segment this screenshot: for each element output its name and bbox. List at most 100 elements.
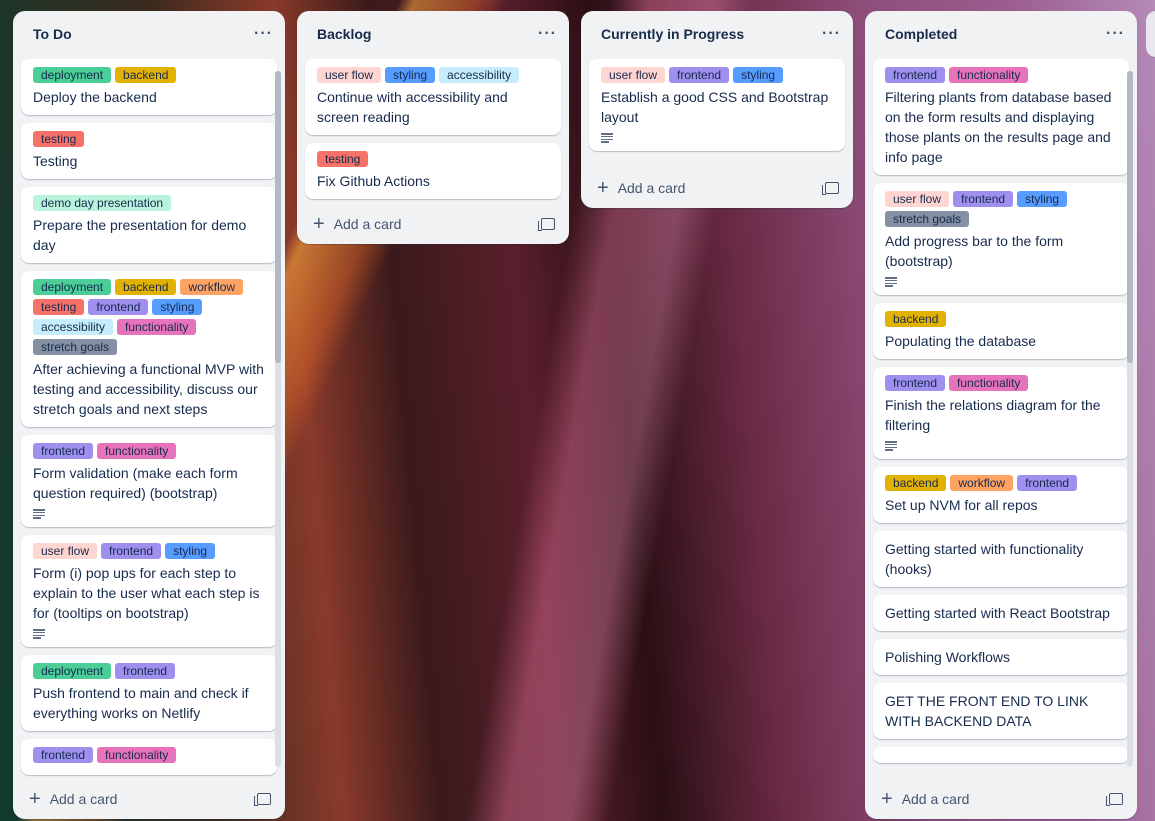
card[interactable]: frontend functionality Form validation (ma…	[21, 435, 277, 527]
label-deployment[interactable]: deployment	[33, 663, 112, 679]
label-styling[interactable]: styling	[385, 67, 436, 83]
list-title[interactable]: To Do	[33, 26, 72, 42]
card-title: Add progress bar to the form (bootstrap)	[885, 233, 1064, 269]
description-icon	[885, 277, 897, 287]
label-deployment[interactable]: deployment	[33, 67, 112, 83]
card[interactable]: user flow frontend styling Form (i) pop ups…	[21, 535, 277, 647]
card[interactable]: backend workflow frontend Set up NVM for al…	[873, 467, 1129, 523]
label-frontend[interactable]: frontend	[33, 747, 94, 763]
label-functionality[interactable]: functionality	[97, 443, 177, 459]
label-testing[interactable]: testing	[33, 131, 85, 147]
card[interactable]: testing Fix Github Actions	[305, 143, 561, 199]
card-title: Getting started with React Bootstrap	[885, 605, 1110, 621]
card-title: Establish a good CSS and Bootstrap layou…	[601, 89, 829, 125]
label-demo-day-presentation[interactable]: demo day presentation	[33, 195, 172, 211]
card[interactable]: frontend functionality Filtering plants fr…	[873, 59, 1129, 175]
card[interactable]: deployment backend Deploy the backend	[21, 59, 277, 115]
label-backend[interactable]: backend	[885, 475, 947, 491]
label-backend[interactable]: backend	[885, 311, 947, 327]
label-user-flow[interactable]: user flow	[33, 543, 98, 559]
card-title: Finish the relations diagram for the fil…	[885, 397, 1101, 433]
label-frontend[interactable]: frontend	[33, 443, 94, 459]
card-title: Deploy the backend	[33, 89, 157, 105]
card-title: Testing	[33, 153, 78, 169]
label-accessibility[interactable]: accessibility	[33, 319, 114, 335]
label-styling[interactable]: styling	[733, 67, 784, 83]
label-user-flow[interactable]: user flow	[317, 67, 382, 83]
list-menu-button[interactable]: ···	[254, 25, 273, 43]
list-title[interactable]: Completed	[885, 26, 957, 42]
add-card-button[interactable]: + Add a card	[13, 779, 285, 819]
list-title[interactable]: Currently in Progress	[601, 26, 744, 42]
add-card-label: Add a card	[901, 791, 970, 807]
list-menu-button[interactable]: ···	[822, 25, 841, 43]
card[interactable]: Getting started with functionality (hook…	[873, 531, 1129, 587]
label-workflow[interactable]: workflow	[950, 475, 1014, 491]
scrollbar-thumb[interactable]	[1127, 71, 1133, 364]
label-functionality[interactable]: functionality	[97, 747, 177, 763]
list-menu-button[interactable]: ···	[1106, 25, 1125, 43]
create-from-template-icon[interactable]	[538, 218, 555, 231]
next-list-edge[interactable]	[1146, 11, 1155, 57]
label-functionality[interactable]: functionality	[949, 375, 1029, 391]
list-menu-button[interactable]: ···	[538, 25, 557, 43]
label-frontend[interactable]: frontend	[885, 375, 946, 391]
card-title: Filtering plants from database based on …	[885, 89, 1112, 165]
label-frontend[interactable]: frontend	[88, 299, 149, 315]
label-frontend[interactable]: frontend	[885, 67, 946, 83]
label-functionality[interactable]: functionality	[949, 67, 1029, 83]
card[interactable]: user flow frontend styling stretch goals Add…	[873, 183, 1129, 295]
label-backend[interactable]: backend	[115, 67, 177, 83]
card[interactable]: deployment frontend Push frontend to main …	[21, 655, 277, 731]
card[interactable]: deployment backend workflow testing frontend…	[21, 271, 277, 427]
create-from-template-icon[interactable]	[822, 182, 839, 195]
label-testing[interactable]: testing	[33, 299, 85, 315]
card[interactable]: frontend functionality	[21, 739, 277, 775]
card[interactable]: frontend functionality Finish the relation…	[873, 367, 1129, 459]
label-deployment[interactable]: deployment	[33, 279, 112, 295]
label-styling[interactable]: styling	[152, 299, 203, 315]
add-card-button[interactable]: + Add a card	[581, 168, 853, 208]
card[interactable]: user flow styling accessibility Continue wi…	[305, 59, 561, 135]
card-list: user flow frontend styling Establish a good…	[581, 57, 853, 168]
label-stretch-goals[interactable]: stretch goals	[885, 211, 970, 227]
add-card-button[interactable]: + Add a card	[297, 204, 569, 244]
label-frontend[interactable]: frontend	[953, 191, 1014, 207]
card[interactable]	[873, 747, 1129, 763]
card[interactable]: testing Testing	[21, 123, 277, 179]
label-functionality[interactable]: functionality	[117, 319, 197, 335]
list-scrollbar[interactable]	[275, 71, 281, 767]
card-labels: deployment backend	[33, 67, 265, 83]
card-labels: deployment backend workflow testing frontend…	[33, 279, 265, 355]
label-workflow[interactable]: workflow	[180, 279, 244, 295]
card[interactable]: Getting started with React Bootstrap	[873, 595, 1129, 631]
label-user-flow[interactable]: user flow	[601, 67, 666, 83]
create-from-template-icon[interactable]	[254, 793, 271, 806]
card-labels: backend	[885, 311, 1117, 327]
label-styling[interactable]: styling	[1017, 191, 1068, 207]
description-icon	[33, 509, 45, 519]
card[interactable]: Polishing Workflows	[873, 639, 1129, 675]
list-title[interactable]: Backlog	[317, 26, 371, 42]
label-accessibility[interactable]: accessibility	[439, 67, 520, 83]
card[interactable]: GET THE FRONT END TO LINK WITH BACKEND D…	[873, 683, 1129, 739]
label-frontend[interactable]: frontend	[115, 663, 176, 679]
label-backend[interactable]: backend	[115, 279, 177, 295]
label-user-flow[interactable]: user flow	[885, 191, 950, 207]
label-frontend[interactable]: frontend	[669, 67, 730, 83]
add-card-label: Add a card	[49, 791, 118, 807]
card[interactable]: demo day presentation Prepare the present…	[21, 187, 277, 263]
list-scrollbar[interactable]	[1127, 71, 1133, 767]
card-title: After achieving a functional MVP with te…	[33, 361, 264, 417]
add-card-button[interactable]: + Add a card	[865, 779, 1137, 819]
card-labels: user flow frontend styling stretch goals	[885, 191, 1117, 227]
label-frontend[interactable]: frontend	[1017, 475, 1078, 491]
card[interactable]: user flow frontend styling Establish a good…	[589, 59, 845, 151]
label-styling[interactable]: styling	[165, 543, 216, 559]
label-stretch-goals[interactable]: stretch goals	[33, 339, 118, 355]
card[interactable]: backend Populating the database	[873, 303, 1129, 359]
create-from-template-icon[interactable]	[1106, 793, 1123, 806]
label-testing[interactable]: testing	[317, 151, 369, 167]
label-frontend[interactable]: frontend	[101, 543, 162, 559]
scrollbar-thumb[interactable]	[275, 71, 281, 364]
